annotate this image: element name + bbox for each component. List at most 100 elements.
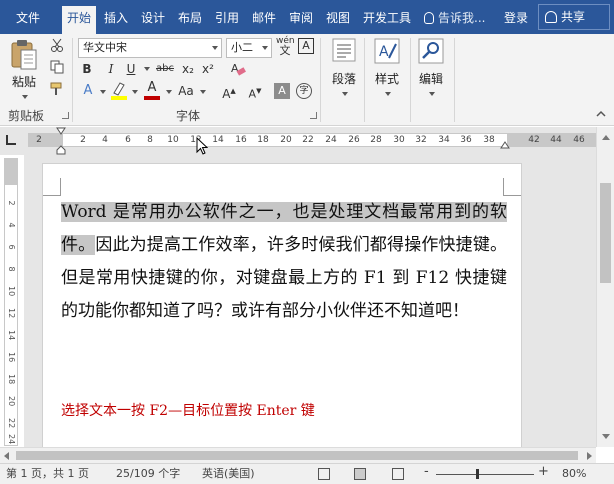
tab-file[interactable]: 文件 bbox=[8, 7, 48, 29]
share-label: 共享 bbox=[561, 10, 586, 24]
clear-formatting-icon[interactable]: A bbox=[230, 61, 246, 77]
zoom-slider-knob[interactable] bbox=[476, 469, 479, 479]
tab-selector-icon[interactable] bbox=[6, 135, 16, 145]
ruler-tick: 4 bbox=[102, 135, 108, 145]
character-shading-button[interactable]: A bbox=[274, 83, 290, 99]
vertical-ruler[interactable]: 2 4 6 8 10 12 14 16 18 20 22 24 bbox=[4, 158, 18, 446]
ribbon-separator bbox=[320, 38, 321, 122]
highlight-dropdown-caret[interactable] bbox=[132, 90, 138, 94]
ruler-tick: 32 bbox=[415, 135, 427, 145]
paragraph-button[interactable]: 段落 bbox=[328, 38, 360, 101]
font-launcher-icon[interactable] bbox=[310, 112, 317, 119]
ruler-tick: 6 bbox=[125, 135, 131, 145]
tab-design[interactable]: 设计 bbox=[137, 7, 169, 29]
tab-developer[interactable]: 开发工具 bbox=[358, 7, 416, 29]
vertical-scrollbar[interactable] bbox=[596, 127, 614, 447]
svg-text:A: A bbox=[379, 44, 389, 60]
horizontal-scroll-thumb[interactable] bbox=[16, 451, 578, 460]
horizontal-ruler[interactable]: 2 2 4 6 8 10 12 14 16 18 20 22 24 26 28 … bbox=[28, 133, 596, 147]
ruler-tick: 26 bbox=[348, 135, 360, 145]
word-count[interactable]: 25/109 个字 bbox=[116, 467, 180, 481]
copy-icon[interactable] bbox=[50, 60, 64, 74]
zoom-in-button[interactable]: + bbox=[538, 465, 549, 479]
zoom-slider[interactable] bbox=[436, 469, 534, 479]
tab-layout[interactable]: 布局 bbox=[174, 7, 206, 29]
underline-dropdown-caret[interactable] bbox=[144, 67, 150, 71]
tab-view[interactable]: 视图 bbox=[322, 7, 354, 29]
text-effects-dropdown-caret[interactable] bbox=[100, 90, 106, 94]
text-effects-button[interactable]: A bbox=[80, 82, 96, 100]
login-button[interactable]: 登录 bbox=[504, 7, 528, 29]
ruler-tick: 30 bbox=[393, 135, 405, 145]
share-button[interactable]: 共享 bbox=[538, 4, 610, 30]
language[interactable]: 英语(美国) bbox=[202, 467, 255, 481]
font-name-combo[interactable]: 华文中宋 bbox=[78, 38, 222, 58]
highlight-icon[interactable] bbox=[110, 81, 128, 101]
change-case-button[interactable]: Aa bbox=[176, 82, 196, 100]
document-page[interactable]: Word 是常用办公软件之一，也是处理文档最常用到的软件。因此为提高工作效率，许… bbox=[42, 163, 522, 453]
indent-marker-icon[interactable] bbox=[56, 127, 66, 155]
paste-dropdown-caret[interactable] bbox=[22, 95, 28, 99]
font-color-dropdown-caret[interactable] bbox=[166, 90, 172, 94]
shrink-font-button[interactable]: A▼ bbox=[248, 82, 262, 104]
vruler-tick: 2 bbox=[7, 200, 16, 206]
vruler-tick: 16 bbox=[7, 352, 16, 363]
editing-button[interactable]: 编辑 bbox=[414, 38, 448, 101]
ruler-tick: 2 bbox=[80, 135, 86, 145]
superscript-button[interactable]: x² bbox=[200, 60, 216, 78]
ruler-tick: 18 bbox=[257, 135, 269, 145]
zoom-level[interactable]: 80% bbox=[562, 467, 586, 481]
subscript-button[interactable]: x₂ bbox=[180, 60, 196, 78]
collapse-ribbon-icon[interactable] bbox=[596, 110, 606, 118]
ruler-tick: 38 bbox=[483, 135, 495, 145]
crop-mark bbox=[503, 178, 521, 196]
tab-review[interactable]: 审阅 bbox=[285, 7, 317, 29]
ruler-tick: 16 bbox=[235, 135, 247, 145]
ruler-tick: 34 bbox=[438, 135, 450, 145]
status-bar: 第 1 页，共 1 页 25/109 个字 英语(美国) - + 80% bbox=[0, 463, 614, 484]
strikethrough-button[interactable]: abc bbox=[154, 60, 176, 78]
font-size-combo[interactable]: 小二 bbox=[226, 38, 272, 58]
scroll-down-icon[interactable] bbox=[602, 434, 610, 439]
format-painter-icon[interactable] bbox=[50, 82, 64, 96]
right-indent-marker-icon[interactable] bbox=[500, 139, 510, 149]
tell-me-box[interactable]: 告诉我... bbox=[424, 7, 485, 29]
web-layout-icon[interactable] bbox=[392, 468, 404, 480]
horizontal-scrollbar[interactable] bbox=[0, 447, 596, 463]
body-paragraph[interactable]: Word 是常用办公软件之一，也是处理文档最常用到的软件。因此为提高工作效率，许… bbox=[61, 196, 507, 328]
vruler-tick: 6 bbox=[7, 244, 16, 250]
phonetic-guide-button[interactable]: wén 文 bbox=[276, 36, 295, 56]
character-border-button[interactable]: A bbox=[298, 38, 314, 54]
vruler-tick: 12 bbox=[7, 308, 16, 319]
ruler-tick: 14 bbox=[212, 135, 224, 145]
ruler-tick: 44 bbox=[550, 135, 562, 145]
tab-insert[interactable]: 插入 bbox=[100, 7, 132, 29]
scroll-right-icon[interactable] bbox=[587, 452, 592, 460]
paste-button[interactable]: 粘贴 bbox=[6, 38, 42, 104]
scroll-up-icon[interactable] bbox=[602, 135, 610, 140]
scroll-left-icon[interactable] bbox=[4, 452, 9, 460]
read-mode-icon[interactable] bbox=[318, 468, 330, 480]
page-count[interactable]: 第 1 页，共 1 页 bbox=[6, 467, 89, 481]
styles-button[interactable]: A 样式 bbox=[370, 38, 404, 101]
styles-dropdown-caret bbox=[385, 92, 391, 96]
tab-references[interactable]: 引用 bbox=[211, 7, 243, 29]
shortcut-hint: 选择文本一按 F2—目标位置按 Enter 键 bbox=[61, 403, 315, 419]
grow-font-button[interactable]: A▲ bbox=[222, 82, 236, 103]
print-layout-icon[interactable] bbox=[354, 468, 366, 480]
vruler-tick: 4 bbox=[7, 222, 16, 228]
crop-mark bbox=[43, 178, 61, 196]
zoom-out-button[interactable]: - bbox=[424, 465, 429, 479]
tab-mailings[interactable]: 邮件 bbox=[248, 7, 280, 29]
underline-button[interactable]: U bbox=[124, 60, 138, 78]
clipboard-launcher-icon[interactable] bbox=[62, 112, 69, 119]
cut-icon[interactable] bbox=[50, 38, 64, 52]
change-case-dropdown-caret[interactable] bbox=[200, 90, 206, 94]
vertical-scroll-thumb[interactable] bbox=[600, 183, 611, 283]
bold-button[interactable]: B bbox=[80, 60, 94, 78]
enclose-characters-button[interactable]: 字 bbox=[296, 83, 312, 99]
italic-button[interactable]: I bbox=[104, 60, 118, 78]
ruler-tick: 2 bbox=[36, 135, 42, 145]
font-color-button[interactable]: A bbox=[144, 80, 160, 100]
tab-home[interactable]: 开始 bbox=[62, 6, 96, 34]
